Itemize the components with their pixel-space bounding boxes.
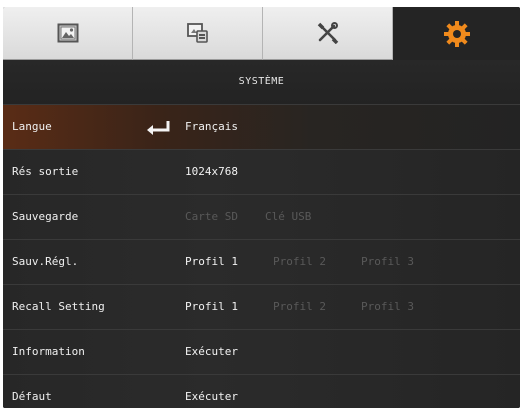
option-profil-1[interactable]: Profil 1 [185, 285, 238, 329]
option-profil-2[interactable]: Profil 2 [273, 240, 326, 284]
option-cle-usb[interactable]: Clé USB [265, 195, 311, 239]
tab-image[interactable] [3, 7, 133, 60]
option-profil-1[interactable]: Profil 1 [185, 240, 238, 284]
setting-row-sauv-regl[interactable]: Sauv.Régl. Profil 1 Profil 2 Profil 3 [3, 239, 520, 284]
setting-row-langue[interactable]: Langue Français [3, 104, 520, 149]
tools-icon [317, 22, 338, 44]
osd-menu: SYSTÈME Langue Français Rés sortie 1024x… [3, 7, 520, 408]
setting-value[interactable]: 1024x768 [185, 150, 238, 194]
camera-settings-icon [186, 23, 208, 43]
option-carte-sd[interactable]: Carte SD [185, 195, 238, 239]
setting-value[interactable]: Français [185, 105, 238, 149]
tab-tools[interactable] [263, 7, 393, 60]
setting-row-defaut[interactable]: Défaut Exécuter [3, 374, 520, 408]
setting-label: Sauvegarde [12, 210, 79, 223]
setting-label: Langue [12, 120, 52, 133]
setting-row-sauvegarde[interactable]: Sauvegarde Carte SD Clé USB [3, 194, 520, 239]
menu-title: SYSTÈME [3, 60, 520, 104]
setting-label: Sauv.Régl. [12, 255, 79, 268]
settings-list: Langue Français Rés sortie 1024x768 Sauv… [3, 104, 520, 408]
tab-camera[interactable] [133, 7, 263, 60]
setting-row-res-sortie[interactable]: Rés sortie 1024x768 [3, 149, 520, 194]
execute-button[interactable]: Exécuter [185, 375, 238, 408]
setting-row-recall-setting[interactable]: Recall Setting Profil 1 Profil 2 Profil … [3, 284, 520, 329]
setting-row-information[interactable]: Information Exécuter [3, 329, 520, 374]
execute-button[interactable]: Exécuter [185, 330, 238, 374]
setting-label: Rés sortie [12, 165, 79, 178]
option-profil-3[interactable]: Profil 3 [361, 285, 414, 329]
gear-icon [443, 20, 470, 47]
enter-icon [147, 121, 170, 135]
option-profil-2[interactable]: Profil 2 [273, 285, 326, 329]
tab-system[interactable] [393, 7, 520, 60]
setting-label: Recall Setting [12, 300, 105, 313]
setting-label: Information [12, 345, 85, 358]
tab-bar [3, 7, 520, 60]
picture-icon [57, 23, 78, 43]
option-profil-3[interactable]: Profil 3 [361, 240, 414, 284]
setting-label: Défaut [12, 390, 52, 403]
